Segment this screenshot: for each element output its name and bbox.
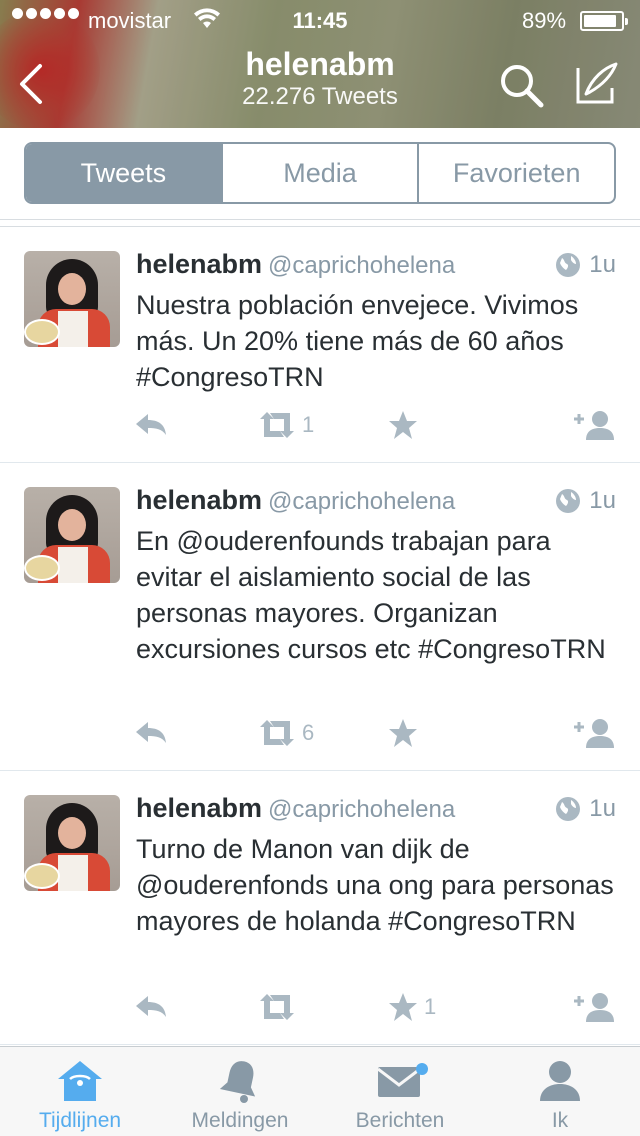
globe-icon bbox=[556, 253, 581, 277]
segment-favorites[interactable]: Favorieten bbox=[419, 144, 614, 202]
tab-label: Tijdlijnen bbox=[38, 1109, 122, 1132]
tab-label: Ik bbox=[551, 1109, 569, 1132]
tweet-author-handle: @caprichohelena bbox=[268, 252, 456, 279]
retweet-button[interactable]: 6 bbox=[258, 711, 314, 755]
segment-tweets[interactable]: Tweets bbox=[26, 144, 223, 202]
tab-label: Meldingen bbox=[191, 1109, 289, 1132]
tweet-timestamp: 1u bbox=[555, 795, 616, 823]
reply-button[interactable] bbox=[134, 711, 168, 755]
tweet-time: 1u bbox=[589, 487, 616, 514]
tweet-text: En @ouderenfounds trabajan para evitar e… bbox=[136, 526, 606, 664]
retweet-count: 6 bbox=[302, 720, 315, 745]
follow-button[interactable] bbox=[572, 711, 616, 755]
avatar[interactable] bbox=[24, 251, 120, 347]
tab-me[interactable]: Ik bbox=[480, 1047, 640, 1136]
search-icon bbox=[501, 65, 544, 108]
retweet-button[interactable] bbox=[258, 985, 302, 1029]
globe-icon bbox=[556, 797, 581, 821]
star-icon bbox=[389, 719, 417, 747]
tweet-header: helenabm @caprichohelena bbox=[136, 793, 455, 824]
add-user-icon bbox=[574, 719, 614, 748]
person-icon bbox=[540, 1061, 580, 1101]
reply-icon bbox=[136, 722, 166, 743]
tweet-time: 1u bbox=[589, 795, 616, 822]
tweet-text: Turno de Manon van dijk de @ouderenfonds… bbox=[136, 834, 614, 936]
profile-header: movistar 11:45 89% helenabm 22.276 Tweet… bbox=[0, 0, 640, 128]
tweet-author-name[interactable]: helenabm bbox=[136, 249, 262, 279]
battery-icon bbox=[580, 11, 628, 31]
star-icon bbox=[389, 411, 417, 439]
tweet-timestamp: 1u bbox=[555, 251, 616, 279]
tweet-timestamp: 1u bbox=[555, 487, 616, 515]
tweet-author-name[interactable]: helenabm bbox=[136, 793, 262, 823]
retweet-icon bbox=[260, 720, 294, 746]
retweet-icon bbox=[260, 412, 294, 438]
reply-icon bbox=[136, 996, 166, 1017]
tweet-timeline[interactable]: helenabm @caprichohelena 1u Nuestra pobla… bbox=[0, 226, 640, 1046]
follow-button[interactable] bbox=[572, 985, 616, 1029]
reply-button[interactable] bbox=[134, 985, 168, 1029]
tab-messages[interactable]: Berichten bbox=[320, 1047, 480, 1136]
favorite-button[interactable] bbox=[388, 711, 424, 755]
tab-label: Berichten bbox=[355, 1109, 445, 1132]
avatar[interactable] bbox=[24, 487, 120, 583]
tab-timelines[interactable]: Tijdlijnen bbox=[0, 1047, 160, 1136]
avatar[interactable] bbox=[24, 795, 120, 891]
tweet-item[interactable]: helenabm @caprichohelena 1u Nuestra pobla… bbox=[0, 227, 640, 463]
globe-icon bbox=[556, 489, 581, 513]
compose-icon bbox=[576, 62, 618, 104]
retweet-count: 1 bbox=[302, 412, 315, 437]
add-user-icon bbox=[574, 411, 614, 440]
follow-button[interactable] bbox=[572, 403, 616, 447]
tweet-actions: 6 bbox=[0, 711, 640, 755]
tweet-header: helenabm @caprichohelena bbox=[136, 485, 455, 516]
retweet-icon bbox=[260, 994, 294, 1020]
status-bar: movistar 11:45 89% bbox=[0, 0, 640, 40]
segment-media[interactable]: Media bbox=[223, 144, 420, 202]
reply-button[interactable] bbox=[134, 403, 168, 447]
reply-icon bbox=[136, 414, 166, 435]
tweet-author-handle: @caprichohelena bbox=[268, 488, 456, 515]
tweet-item[interactable]: helenabm @caprichohelena 1u En @ouderenfo… bbox=[0, 463, 640, 771]
tweet-actions: 1 bbox=[0, 403, 640, 447]
bell-icon bbox=[219, 1061, 256, 1103]
tab-notifications[interactable]: Meldingen bbox=[160, 1047, 320, 1136]
tweet-time: 1u bbox=[589, 251, 616, 278]
search-button[interactable] bbox=[498, 62, 546, 110]
tab-bar: Tijdlijnen Meldingen Berichten Ik bbox=[0, 1046, 640, 1136]
tweet-actions: 1 bbox=[0, 985, 640, 1029]
retweet-button[interactable]: 1 bbox=[258, 403, 314, 447]
segment-bar: Tweets Media Favorieten bbox=[0, 128, 640, 220]
favorite-button[interactable]: 1 bbox=[388, 985, 436, 1029]
favorite-button[interactable] bbox=[388, 403, 424, 447]
tweet-header: helenabm @caprichohelena bbox=[136, 249, 455, 280]
tweet-text: Nuestra población envejece. Vivimos más.… bbox=[136, 290, 579, 392]
battery-percentage: 89% bbox=[522, 8, 567, 33]
star-icon bbox=[389, 993, 417, 1021]
favorite-count: 1 bbox=[424, 994, 437, 1019]
unread-badge bbox=[416, 1063, 428, 1075]
tweet-author-name[interactable]: helenabm bbox=[136, 485, 262, 515]
home-icon bbox=[58, 1061, 102, 1101]
tweet-item[interactable]: helenabm @caprichohelena 1u Turno de Mano… bbox=[0, 771, 640, 1045]
add-user-icon bbox=[574, 993, 614, 1022]
tweet-author-handle: @caprichohelena bbox=[268, 796, 456, 823]
compose-tweet-button[interactable] bbox=[574, 60, 620, 106]
segmented-control: Tweets Media Favorieten bbox=[24, 142, 616, 204]
